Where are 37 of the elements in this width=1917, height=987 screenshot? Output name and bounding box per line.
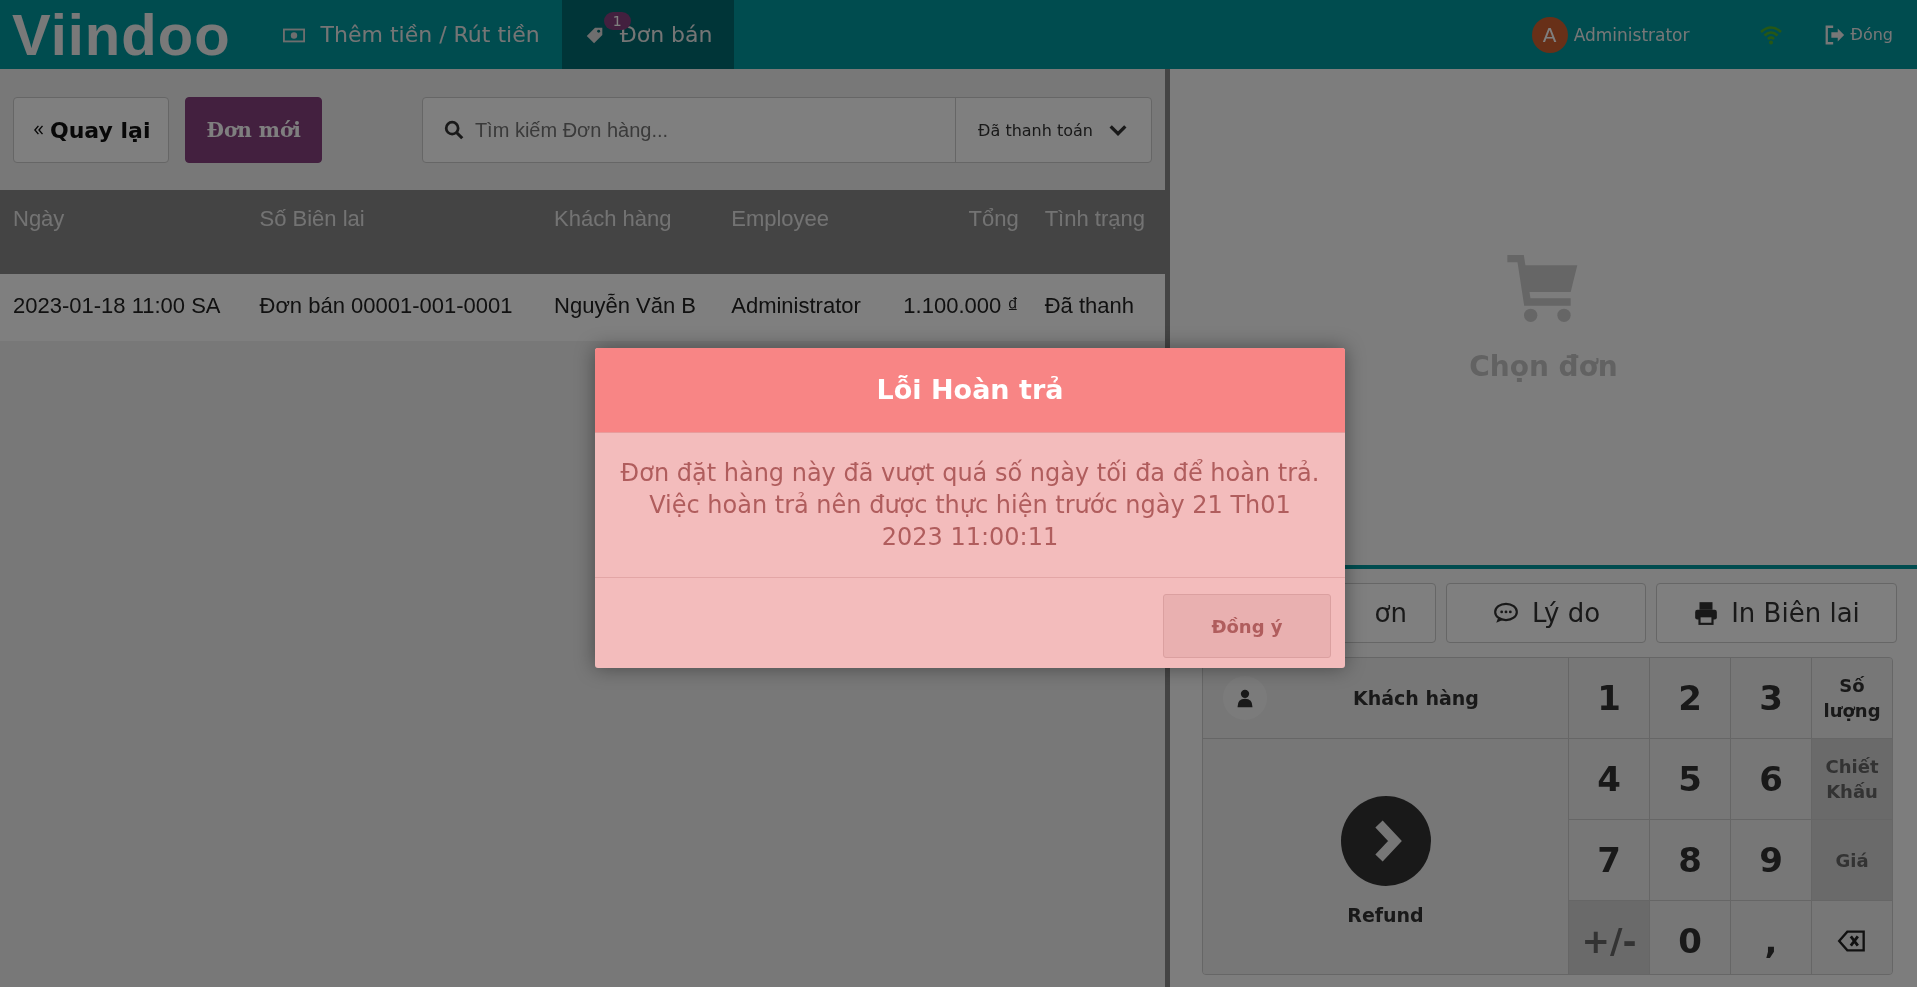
arrow-circle-icon xyxy=(1340,795,1431,886)
logo: Viindoo xyxy=(11,1,232,69)
new-order-button[interactable]: Đơn mới xyxy=(185,97,322,163)
table-cell: 2023-01-18 11:00 SA xyxy=(0,274,247,341)
action-button[interactable]: Lý do xyxy=(1446,583,1646,643)
numpad-key[interactable]: 3 xyxy=(1730,658,1811,739)
numpad-key[interactable]: 6 xyxy=(1730,739,1811,820)
speech-bubble-icon xyxy=(1491,600,1520,626)
nav-tab[interactable]: Thêm tiền / Rút tiền xyxy=(258,0,562,69)
table-cell: 1.100.000 ₫ xyxy=(882,274,1032,341)
confirm-button[interactable]: Đồng ý xyxy=(1163,594,1331,658)
table-cell: Administrator xyxy=(718,274,883,341)
numpad-key[interactable]: 8 xyxy=(1649,820,1730,901)
backspace-key[interactable] xyxy=(1811,901,1892,974)
back-button[interactable]: Quay lại xyxy=(13,97,170,163)
mode-key[interactable]: Số lượng xyxy=(1811,658,1892,739)
numpad-key[interactable]: 2 xyxy=(1649,658,1730,739)
close-button[interactable]: Đóng xyxy=(1817,22,1899,47)
action-button[interactable]: In Biên lai xyxy=(1656,583,1897,643)
numpad-key[interactable]: 5 xyxy=(1649,739,1730,820)
table-cell: Đã thanh xyxy=(1031,274,1165,341)
search-icon xyxy=(442,119,465,141)
numpad-key[interactable]: 7 xyxy=(1568,820,1649,901)
numpad-key[interactable]: 4 xyxy=(1568,739,1649,820)
search-field[interactable]: Tìm kiếm Đơn hàng... Đã thanh toán xyxy=(421,97,1152,163)
user-icon xyxy=(1235,687,1255,709)
dialog-title: Lỗi Hoàn trả xyxy=(595,348,1345,432)
user-name[interactable]: Administrator xyxy=(1573,24,1690,45)
status-filter[interactable]: Đã thanh toán xyxy=(955,98,1151,162)
numpad-key[interactable]: 9 xyxy=(1730,820,1811,901)
dialog-message: Đơn đặt hàng này đã vượt quá số ngày tối đa để hoàn trả. Việc hoàn trả nên được thực hiện trước ngày 21 Th01 2023 11:00:11 xyxy=(595,432,1345,578)
sign-out-icon xyxy=(1823,23,1846,46)
numpad-key[interactable]: 1 xyxy=(1568,658,1649,739)
printer-icon xyxy=(1693,600,1720,626)
table-cell: Đơn bán 00001-001-0001 xyxy=(246,274,542,341)
table-cell: Nguyễn Văn B xyxy=(541,274,719,341)
user-avatar[interactable]: A xyxy=(1531,16,1568,53)
